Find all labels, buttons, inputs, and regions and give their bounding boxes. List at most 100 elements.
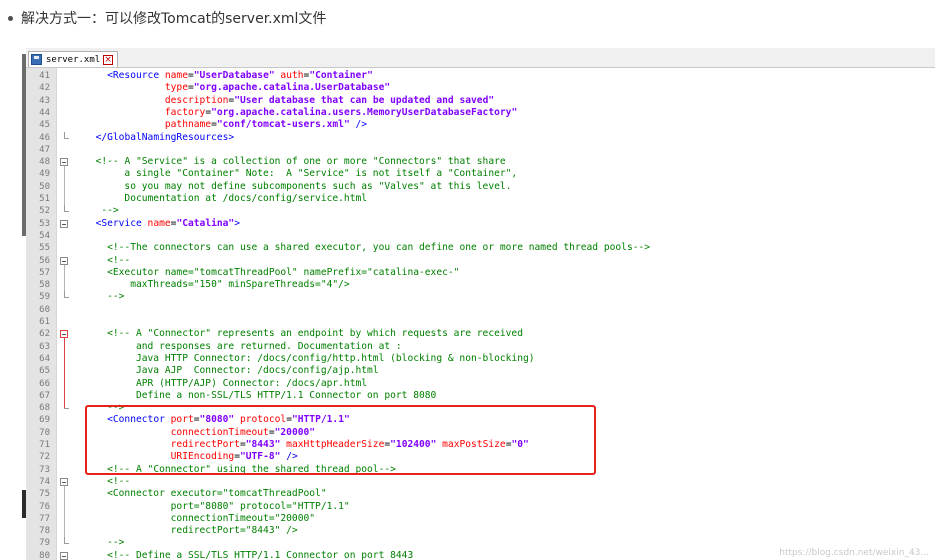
- code-line[interactable]: 42 type="org.apache.catalina.UserDatabas…: [26, 82, 935, 94]
- code-token: "Container": [309, 70, 373, 81]
- line-number: 44: [39, 107, 50, 118]
- code-line[interactable]: 49 a single "Container" Note: A "Service…: [26, 168, 935, 180]
- fold-end-marker: [64, 131, 69, 139]
- fold-range-line: [64, 338, 65, 403]
- code-text: Java HTTP Connector: /docs/config/http.h…: [84, 353, 535, 365]
- code-token: port="8080" protocol="HTTP/1.1": [84, 500, 350, 512]
- code-token: type: [164, 82, 188, 94]
- line-number: 72: [39, 452, 50, 463]
- code-line[interactable]: 65 Java AJP Connector: /docs/config/ajp.…: [26, 365, 935, 377]
- code-line[interactable]: 50 so you may not define subcomponents s…: [26, 181, 935, 193]
- highlight-box: [85, 405, 596, 475]
- code-line[interactable]: 41 <Resource name="UserDatabase" auth="C…: [26, 70, 935, 82]
- code-token: >: [234, 217, 240, 229]
- code-line[interactable]: 45 pathname="conf/tomcat-users.xml" />: [26, 119, 935, 131]
- floppy-disk-icon: [31, 54, 42, 65]
- code-line[interactable]: 53 <Service name="Catalina">: [26, 218, 935, 230]
- code-line[interactable]: 59 -->: [26, 291, 935, 303]
- code-token: <Executor name="tomcatThreadPool" namePr…: [84, 266, 460, 278]
- line-number: 57: [39, 267, 50, 278]
- line-number: 66: [39, 378, 50, 389]
- line-number: 47: [39, 144, 50, 155]
- code-token: </GlobalNamingResources>: [95, 131, 235, 143]
- code-text: port="8080" protocol="HTTP/1.1": [84, 501, 350, 513]
- code-line[interactable]: 43 description="User database that can b…: [26, 95, 935, 107]
- code-line[interactable]: 62 <!-- A "Connector" represents an endp…: [26, 328, 935, 340]
- close-icon[interactable]: ×: [103, 54, 114, 65]
- code-text: <Connector executor="tomcatThreadPool": [84, 488, 327, 500]
- code-token: <!-- A "Service" is a collection of one …: [95, 156, 506, 168]
- code-line[interactable]: 66 APR (HTTP/AJP) Connector: /docs/apr.h…: [26, 378, 935, 390]
- fold-toggle-icon[interactable]: [60, 256, 68, 265]
- fold-end-marker: [64, 291, 69, 299]
- tab-server-xml[interactable]: server.xml ×: [28, 51, 118, 67]
- code-text: Define a non-SSL/TLS HTTP/1.1 Connector …: [84, 390, 436, 402]
- code-token: <Resource: [107, 70, 165, 81]
- code-line[interactable]: 56 <!--: [26, 255, 935, 267]
- code-text: so you may not define subcomponents such…: [84, 181, 511, 193]
- line-number: 55: [39, 243, 50, 254]
- code-token: a single "Container" Note: A "Service" i…: [84, 168, 518, 180]
- code-line[interactable]: 61: [26, 316, 935, 328]
- instruction-text: 解决方式一：可以修改Tomcat的server.xml文件: [21, 11, 327, 27]
- code-line[interactable]: 75 <Connector executor="tomcatThreadPool…: [26, 488, 935, 500]
- code-line[interactable]: 78 redirectPort="8443" />: [26, 525, 935, 537]
- code-line[interactable]: 60: [26, 304, 935, 316]
- fold-toggle-icon[interactable]: [60, 330, 68, 339]
- code-line[interactable]: 48 <!-- A "Service" is a collection of o…: [26, 156, 935, 168]
- code-text: maxThreads="150" minSpareThreads="4"/>: [84, 279, 350, 291]
- code-token: <Connector executor="tomcatThreadPool": [84, 488, 327, 500]
- code-line[interactable]: 44 factory="org.apache.catalina.users.Me…: [26, 107, 935, 119]
- code-line[interactable]: 57 <Executor name="tomcatThreadPool" nam…: [26, 267, 935, 279]
- line-number: 73: [39, 464, 50, 475]
- code-token: description: [164, 94, 229, 106]
- line-number: 64: [39, 353, 50, 364]
- fold-range-line: [64, 264, 65, 292]
- code-line[interactable]: 47: [26, 144, 935, 156]
- instruction-line: 解决方式一：可以修改Tomcat的server.xml文件: [6, 6, 326, 30]
- code-token: maxThreads="150" minSpareThreads="4"/>: [84, 279, 350, 291]
- code-line[interactable]: 46 </GlobalNamingResources>: [26, 131, 935, 144]
- fold-end-marker: [64, 402, 69, 410]
- line-number: 53: [39, 218, 50, 229]
- code-token: "conf/tomcat-users.xml": [216, 119, 350, 131]
- code-text: a single "Container" Note: A "Service" i…: [84, 168, 517, 180]
- code-line[interactable]: 63 and responses are returned. Documenta…: [26, 341, 935, 353]
- code-text: -->: [84, 291, 124, 303]
- code-token: APR (HTTP/AJP) Connector: /docs/apr.html: [84, 377, 368, 389]
- code-line[interactable]: 55 <!--The connectors can use a shared e…: [26, 242, 935, 254]
- line-number: 42: [39, 83, 50, 94]
- code-line[interactable]: 64 Java HTTP Connector: /docs/config/htt…: [26, 353, 935, 365]
- code-token: and responses are returned. Documentatio…: [84, 340, 402, 352]
- code-line[interactable]: 74 <!--: [26, 476, 935, 488]
- code-line[interactable]: 77 connectionTimeout="20000": [26, 513, 935, 525]
- line-number: 59: [39, 292, 50, 303]
- line-number: 68: [39, 403, 50, 414]
- code-text: <Resource name="UserDatabase" auth="Cont…: [84, 70, 373, 82]
- code-line[interactable]: 51 Documentation at /docs/config/service…: [26, 193, 935, 205]
- code-line[interactable]: 58 maxThreads="150" minSpareThreads="4"/…: [26, 279, 935, 291]
- code-token: name: [164, 70, 188, 81]
- code-text: pathname="conf/tomcat-users.xml" />: [84, 119, 367, 131]
- fold-toggle-icon[interactable]: [60, 219, 68, 228]
- line-number: 71: [39, 440, 50, 450]
- code-line[interactable]: 67 Define a non-SSL/TLS HTTP/1.1 Connect…: [26, 390, 935, 402]
- code-line[interactable]: 52 -->: [26, 205, 935, 217]
- line-number: 43: [39, 95, 50, 106]
- fold-toggle-icon[interactable]: [60, 158, 68, 167]
- code-text: type="org.apache.catalina.UserDatabase": [84, 82, 390, 94]
- code-text: APR (HTTP/AJP) Connector: /docs/apr.html: [84, 378, 367, 390]
- code-text: <!-- Define a SSL/TLS HTTP/1.1 Connector…: [84, 550, 413, 560]
- code-editor-window: server.xml × 41 <Resource name="UserData…: [22, 48, 935, 560]
- line-number: 56: [39, 255, 50, 266]
- fold-toggle-icon[interactable]: [60, 551, 68, 560]
- code-line[interactable]: 54: [26, 230, 935, 242]
- code-line[interactable]: 76 port="8080" protocol="HTTP/1.1": [26, 501, 935, 513]
- code-area[interactable]: 41 <Resource name="UserDatabase" auth="C…: [26, 68, 935, 560]
- fold-toggle-icon[interactable]: [60, 477, 68, 486]
- line-number: 77: [39, 513, 50, 524]
